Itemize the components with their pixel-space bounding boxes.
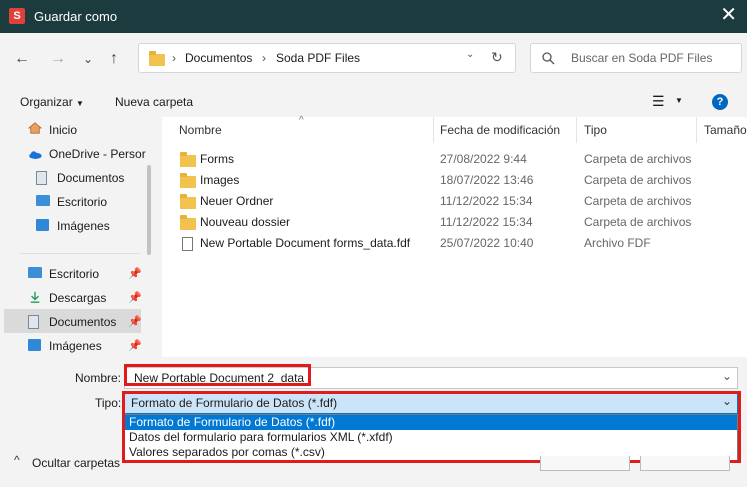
file-list: ^ Nombre Fecha de modificación Tipo Tama…: [162, 115, 747, 357]
new-folder-button[interactable]: Nueva carpeta: [115, 95, 193, 109]
sidebar-item-label: Escritorio: [49, 267, 100, 281]
search-icon: [542, 52, 555, 65]
cancel-button[interactable]: [640, 456, 730, 471]
organize-button[interactable]: Organizar ▼: [20, 95, 84, 109]
file-name: Images: [200, 173, 240, 187]
folder-icon: [180, 173, 196, 188]
file-name: New Portable Document forms_data.fdf: [200, 236, 411, 250]
organize-label: Organizar: [20, 95, 73, 109]
breadcrumb-documentos[interactable]: Documentos: [185, 51, 252, 65]
file-row[interactable]: Neuer Ordner 11/12/2022 15:34 Carpeta de…: [162, 191, 747, 212]
name-label: Nombre:: [75, 371, 122, 385]
navigation-bar: ← → ⌄ ↑ › Documentos › Soda PDF Files ⌄ …: [0, 33, 747, 85]
sidebar-item-label: Imágenes: [57, 219, 110, 233]
file-name: Nouveau dossier: [200, 215, 291, 229]
breadcrumb-soda-pdf-files[interactable]: Soda PDF Files: [276, 51, 360, 65]
search-box[interactable]: Buscar en Soda PDF Files: [530, 43, 742, 73]
sidebar-item-label: Escritorio: [57, 195, 108, 209]
save-form: Nombre: New Portable Document 2_data ⌄ T…: [0, 357, 747, 487]
title-bar: S Guardar como ✕: [0, 0, 747, 33]
column-header-type[interactable]: Tipo: [584, 123, 607, 137]
sidebar-item-label: Inicio: [49, 123, 78, 137]
name-dropdown-chevron-icon[interactable]: ⌄: [722, 369, 732, 383]
refresh-icon[interactable]: ↻: [491, 49, 503, 66]
sidebar-item-label: Imágenes: [49, 339, 102, 353]
file-row[interactable]: New Portable Document forms_data.fdf 25/…: [162, 233, 747, 254]
save-button[interactable]: [540, 456, 630, 471]
view-options-icon[interactable]: ☰: [652, 93, 665, 110]
desktop-icon: [28, 267, 42, 278]
file-type: Carpeta de archivos: [584, 152, 692, 166]
address-bar[interactable]: › Documentos › Soda PDF Files ⌄ ↻: [138, 43, 516, 73]
view-chevron-icon[interactable]: ▼: [675, 96, 683, 105]
navigation-pane: Inicio OneDrive - Persor Documentos Escr…: [0, 117, 162, 357]
recent-locations-chevron-icon[interactable]: ⌄: [83, 49, 93, 69]
folder-icon: [180, 152, 196, 167]
column-divider[interactable]: [576, 117, 577, 143]
sidebar-item-label: Documentos: [57, 171, 125, 185]
file-row[interactable]: Nouveau dossier 11/12/2022 15:34 Carpeta…: [162, 212, 747, 233]
folder-icon: [149, 51, 165, 66]
sidebar-divider: [20, 253, 140, 254]
pin-icon[interactable]: 📌: [128, 267, 142, 280]
sidebar-item-label: OneDrive - Persor: [49, 147, 146, 161]
home-icon: [28, 122, 42, 134]
folder-icon: [180, 215, 196, 230]
file-type: Carpeta de archivos: [584, 215, 692, 229]
file-icon: [182, 237, 193, 251]
cloud-icon: [29, 151, 42, 159]
file-date: 25/07/2022 10:40: [440, 236, 534, 250]
pin-icon[interactable]: 📌: [128, 339, 142, 352]
close-icon[interactable]: ✕: [720, 5, 737, 25]
address-dropdown-chevron-icon[interactable]: ⌄: [466, 49, 474, 60]
file-date: 27/08/2022 9:44: [440, 152, 527, 166]
command-toolbar: Organizar ▼ Nueva carpeta ☰ ▼ ?: [0, 85, 747, 117]
file-date: 18/07/2022 13:46: [440, 173, 534, 187]
file-date: 11/12/2022 15:34: [440, 194, 533, 208]
name-highlight-box: [124, 364, 311, 386]
window-title: Guardar como: [34, 9, 118, 24]
forward-arrow-icon[interactable]: →: [50, 49, 66, 69]
file-row[interactable]: Forms 27/08/2022 9:44 Carpeta de archivo…: [162, 149, 747, 170]
back-arrow-icon[interactable]: ←: [14, 49, 30, 69]
sidebar-item-label: Documentos: [49, 315, 117, 329]
column-header-size[interactable]: Tamaño: [704, 123, 747, 137]
sidebar-item-label: Descargas: [49, 291, 107, 305]
sidebar-scrollbar[interactable]: [147, 165, 151, 255]
file-type: Archivo FDF: [584, 236, 651, 250]
search-placeholder: Buscar en Soda PDF Files: [571, 51, 713, 65]
file-date: 11/12/2022 15:34: [440, 215, 533, 229]
type-highlight-box: [122, 391, 741, 463]
file-row[interactable]: Images 18/07/2022 13:46 Carpeta de archi…: [162, 170, 747, 191]
pin-icon[interactable]: 📌: [128, 291, 142, 304]
download-icon: [30, 291, 40, 303]
file-type: Carpeta de archivos: [584, 194, 692, 208]
up-arrow-icon[interactable]: ↑: [110, 49, 118, 69]
pictures-icon: [28, 339, 41, 351]
file-name: Neuer Ordner: [200, 194, 274, 208]
type-label: Tipo:: [95, 396, 122, 410]
breadcrumb-chevron-icon[interactable]: ›: [262, 51, 266, 65]
documents-icon: [36, 171, 47, 185]
pin-icon[interactable]: 📌: [128, 315, 142, 328]
folder-icon: [180, 194, 196, 209]
hide-folders-button[interactable]: Ocultar carpetas: [32, 456, 120, 470]
column-divider[interactable]: [433, 117, 434, 143]
documents-icon: [28, 315, 39, 329]
desktop-icon: [36, 195, 50, 206]
soda-pdf-app-icon: S: [9, 8, 25, 24]
column-header-date[interactable]: Fecha de modificación: [440, 123, 560, 137]
pictures-icon: [36, 219, 49, 231]
column-header-name[interactable]: Nombre: [179, 123, 222, 137]
help-icon[interactable]: ?: [712, 94, 728, 110]
collapse-chevron-icon[interactable]: ^: [14, 453, 20, 467]
file-name: Forms: [200, 152, 234, 166]
sort-up-icon: ^: [299, 115, 304, 126]
organize-chevron-icon: ▼: [76, 99, 84, 108]
breadcrumb-chevron-icon[interactable]: ›: [172, 51, 176, 65]
file-type: Carpeta de archivos: [584, 173, 692, 187]
column-divider[interactable]: [696, 117, 697, 143]
